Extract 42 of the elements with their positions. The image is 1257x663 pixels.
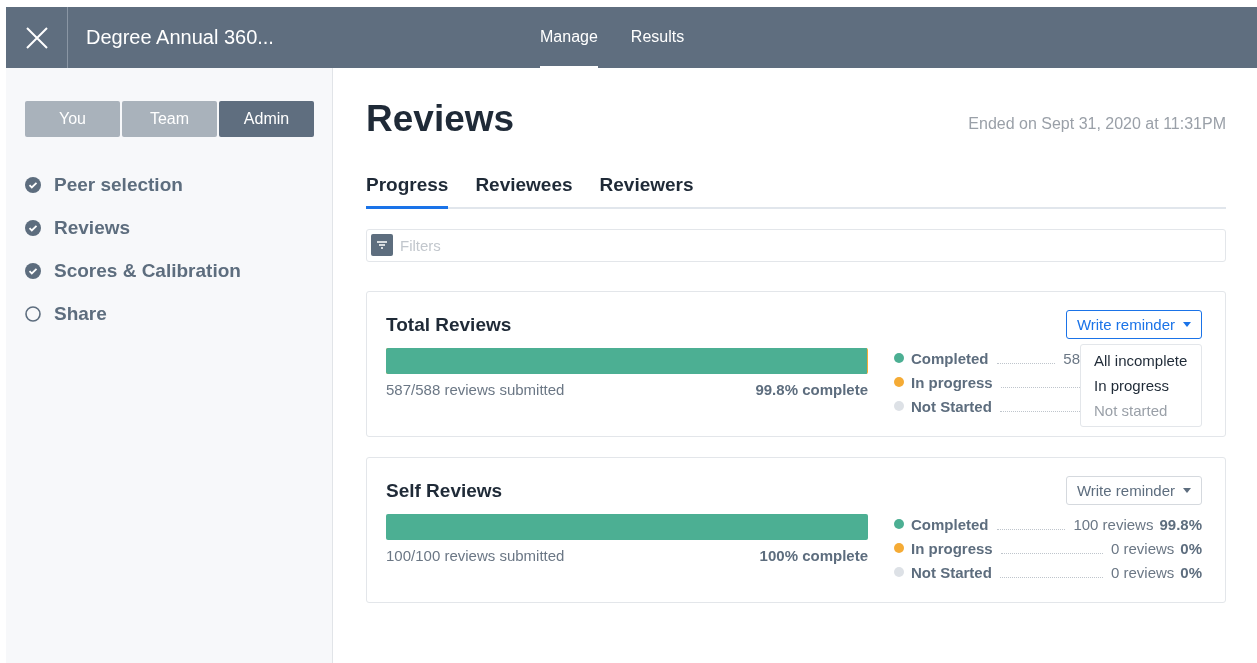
- review-count: 0 reviews: [1110, 539, 1175, 557]
- tab[interactable]: Reviewees: [475, 174, 573, 209]
- card-title: Total Reviews: [386, 314, 513, 336]
- card-title: Self Reviews: [386, 480, 504, 502]
- tab[interactable]: Progress: [366, 174, 449, 209]
- submitted-count: 100/100 reviews submitted: [386, 547, 565, 564]
- nav-tab[interactable]: Results: [630, 7, 685, 68]
- status-label: In progress: [911, 539, 993, 557]
- review-count: 100 reviews: [1073, 515, 1154, 533]
- step-label[interactable]: Scores & Calibration: [54, 259, 241, 282]
- review-percent: 0%: [1180, 539, 1202, 557]
- end-date: Ended on Sept 31, 2020 at 11:31PM: [968, 115, 1226, 133]
- status-label: Completed: [911, 515, 989, 533]
- nav-tab[interactable]: Manage: [540, 7, 598, 68]
- menu-item[interactable]: In progress: [1081, 373, 1201, 398]
- submitted-count: 587/588 reviews submitted: [386, 381, 565, 398]
- menu-item[interactable]: Not started: [1081, 398, 1201, 423]
- reminder-dropdown[interactable]: Write reminder: [1065, 310, 1202, 339]
- review-percent: 0%: [1180, 563, 1202, 581]
- window-title: Degree Annual 360...: [86, 26, 274, 49]
- caret-icon: [1183, 322, 1191, 327]
- caret-icon: [1183, 488, 1191, 493]
- filter-field[interactable]: Filters: [366, 229, 1226, 262]
- status-label: Completed: [911, 349, 989, 367]
- status-label: In progress: [911, 373, 993, 391]
- complete-percent: 100% complete: [759, 547, 868, 564]
- close-icon: [24, 25, 49, 50]
- step-label[interactable]: Share: [54, 302, 107, 325]
- step-label[interactable]: Reviews: [54, 216, 131, 239]
- review-percent: 99.8%: [1159, 515, 1202, 533]
- tab[interactable]: Reviewers: [599, 174, 694, 209]
- status-label: Not Started: [911, 397, 992, 415]
- menu-item[interactable]: All incomplete: [1081, 348, 1201, 373]
- reminder-dropdown[interactable]: Write reminder: [1065, 476, 1202, 505]
- page-title: Reviews: [366, 98, 515, 140]
- status-label: Not Started: [911, 563, 992, 581]
- review-count: 58: [1063, 349, 1080, 367]
- filter-icon: [371, 234, 393, 256]
- complete-percent: 99.8% complete: [755, 381, 868, 398]
- step-label[interactable]: Peer selection: [54, 173, 183, 196]
- review-count: 0 reviews: [1110, 563, 1175, 581]
- role-tab[interactable]: Admin: [219, 101, 314, 137]
